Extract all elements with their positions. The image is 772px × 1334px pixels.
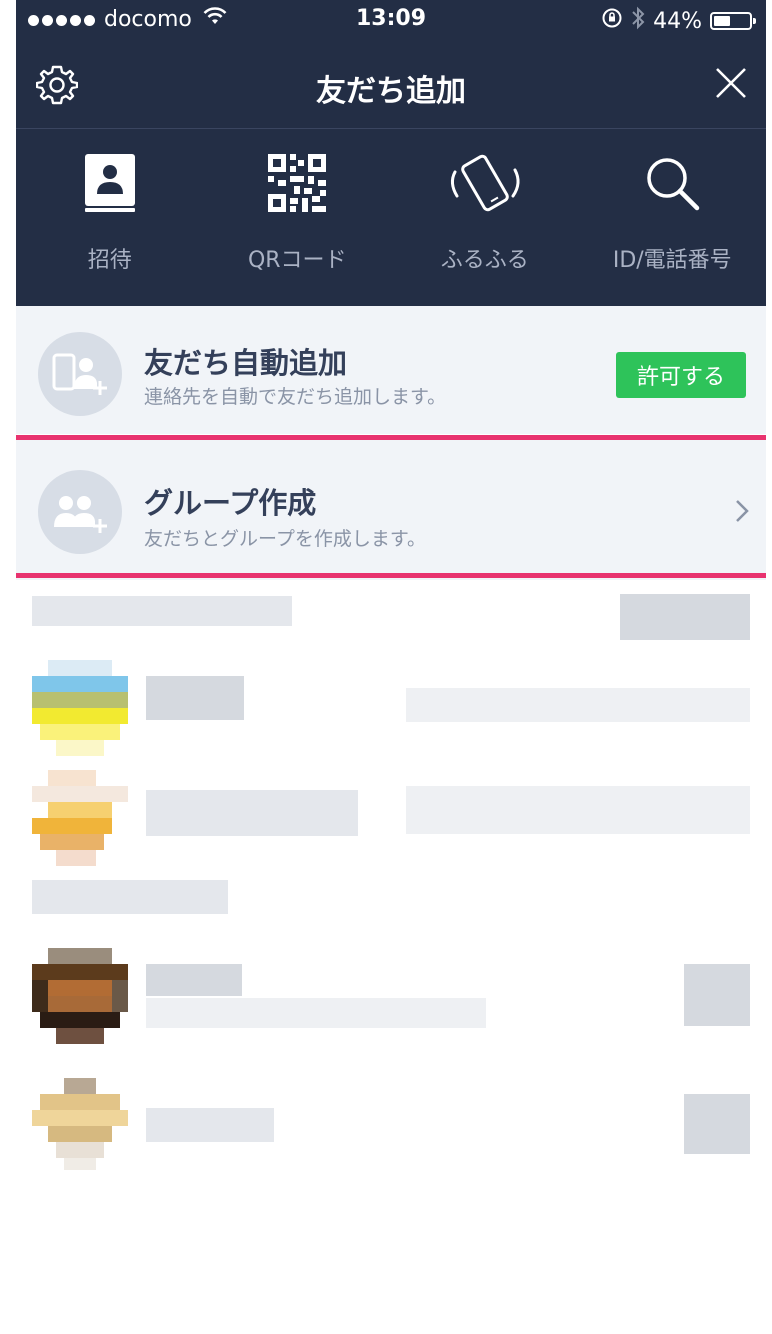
chevron-right-icon	[734, 498, 750, 528]
blurred-section-header	[32, 596, 292, 626]
blurred-contact-action	[684, 1094, 750, 1154]
blurred-contact-status	[406, 688, 750, 722]
rotation-lock-icon	[601, 7, 623, 35]
auto-add-description: 連絡先を自動で友だち追加します。	[144, 386, 447, 408]
blurred-contact-status	[406, 786, 750, 834]
shake-phone-icon	[445, 150, 525, 220]
blurred-contact-name	[146, 676, 244, 720]
nav-bar: 友だち追加	[16, 42, 766, 129]
battery-percent: 44%	[653, 8, 702, 34]
contact-book-icon	[82, 152, 138, 218]
auto-add-icon	[38, 332, 122, 416]
status-right: 44%	[593, 6, 756, 36]
status-bar: docomo 13:09 44%	[16, 0, 766, 40]
allow-button[interactable]: 許可する	[616, 352, 746, 398]
group-add-icon	[38, 470, 122, 554]
blurred-contact-name	[146, 1108, 274, 1142]
auto-add-row: 友だち自動追加 連絡先を自動で友だち追加します。 許可する	[16, 306, 766, 434]
qr-code-label: QRコード	[247, 248, 347, 273]
app-screen: docomo 13:09 44% 友だち追加 招待 QRコード ふるふる ID/…	[16, 0, 766, 1334]
blurred-section-action	[620, 594, 750, 640]
avatar[interactable]	[32, 948, 128, 1044]
avatar[interactable]	[32, 1078, 128, 1174]
search-icon	[643, 154, 701, 216]
shake-label: ふるふる	[440, 248, 529, 273]
add-method-bar: 招待 QRコード ふるふる ID/電話番号	[16, 150, 766, 290]
create-group-title: グループ作成	[144, 486, 317, 520]
invite-action[interactable]: 招待	[16, 150, 204, 290]
avatar[interactable]	[32, 660, 128, 756]
avatar[interactable]	[32, 770, 128, 866]
qr-code-icon	[268, 154, 327, 216]
create-group-description: 友だちとグループを作成します。	[144, 528, 426, 550]
create-group-row[interactable]: グループ作成 友だちとグループを作成します。	[16, 440, 766, 580]
blurred-section-header	[32, 880, 228, 914]
id-phone-label: ID/電話番号	[612, 248, 732, 273]
battery-icon	[710, 12, 756, 30]
invite-label: 招待	[87, 248, 132, 273]
shake-action[interactable]: ふるふる	[391, 150, 579, 290]
qr-code-action[interactable]: QRコード	[204, 150, 392, 290]
blurred-contact-name	[146, 964, 242, 996]
header-area: docomo 13:09 44% 友だち追加 招待 QRコード ふるふる ID/…	[16, 0, 766, 306]
bluetooth-icon	[631, 6, 645, 36]
auto-add-title: 友だち自動追加	[144, 346, 348, 380]
page-title: 友だち追加	[316, 74, 466, 109]
close-icon[interactable]	[714, 66, 748, 104]
blurred-contact-status	[146, 998, 486, 1028]
blurred-contact-action	[684, 964, 750, 1026]
id-phone-search-action[interactable]: ID/電話番号	[579, 150, 767, 290]
blurred-contact-name	[146, 790, 358, 836]
